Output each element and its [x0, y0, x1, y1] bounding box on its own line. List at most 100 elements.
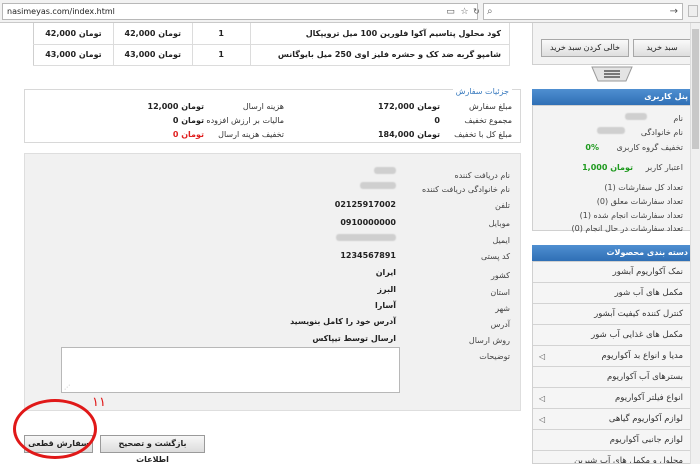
row-price: 42,000 تومان [113, 23, 193, 45]
method-value: ارسال توسط تیپاکس [312, 334, 396, 343]
category-item[interactable]: ◁ انواع فیلتر آکواریوم [533, 388, 695, 409]
category-item[interactable]: لوازم جانبی آکواریوم [533, 430, 695, 451]
vat-value: 0 تومان [172, 116, 204, 125]
category-label: مکمل های غذایی آب شور [591, 330, 683, 340]
row-price: 43,000 تومان [113, 44, 193, 66]
row-quantity: 1 [192, 44, 251, 66]
browser-toolbar: nasimeyas.com/index.html ▭ ☆ ↻ ⌕ → [0, 0, 700, 23]
country-label: کشور [491, 271, 510, 280]
city-label: شهر [495, 304, 510, 313]
order-details-legend: جزئیات سفارش [452, 87, 512, 96]
annotation-circle [13, 399, 97, 459]
category-item[interactable]: مکمل های آب شور [533, 283, 695, 304]
inprogress-orders-label: تعداد سفارشات در حال انجام (0) [571, 224, 683, 233]
notes-textarea[interactable]: ⋰ [61, 347, 400, 393]
email-label: ایمیل [492, 236, 510, 245]
province-value: البرز [377, 285, 396, 294]
order-details-box: جزئیات سفارش مبلغ سفارش 172,000 تومان مج… [24, 87, 521, 143]
city-value: آسارا [375, 301, 396, 310]
mobile-label: موبایل [488, 219, 510, 228]
page-content: 42,000 تومان 42,000 تومان 1 کود محلول پت… [0, 23, 700, 464]
toolbar-overflow-icon[interactable] [688, 5, 698, 17]
method-label: روش ارسال [468, 336, 510, 345]
shipping-discount-label: تخفیف هزینه ارسال [218, 130, 284, 139]
categories-list: نمک آکواریوم آبشور مکمل های آب شور کنترل… [532, 261, 696, 464]
category-label: محلول و مکمل های آب شیرین [574, 456, 683, 464]
submenu-arrow-icon: ◁ [539, 394, 546, 403]
search-bar[interactable]: ⌕ → [483, 3, 683, 20]
reload-icon[interactable]: ↻ [471, 7, 482, 17]
category-item[interactable]: ◁ لوازم آکواریوم گیاهی [533, 409, 695, 430]
category-item[interactable]: کنترل کننده کیفیت آبشور [533, 304, 695, 325]
pending-orders-label: تعداد سفارشات معلق (0) [596, 197, 683, 206]
country-value: ایران [375, 268, 396, 277]
user-name-label: نام [673, 114, 683, 123]
shipping-label: هزینه ارسال [242, 102, 284, 111]
row-product-name: شامپو گربه ضد کک و حشره فلیز اوی 250 میل… [250, 44, 511, 66]
discount-total-value: 0 [434, 116, 440, 125]
category-label: لوازم جانبی آکواریوم [609, 435, 683, 445]
category-label: لوازم آکواریوم گیاهی [608, 414, 683, 424]
resize-grip-icon[interactable]: ⋰ [64, 384, 70, 391]
address-label: آدرس [490, 320, 510, 329]
credit-value: 1,000 تومان [582, 163, 633, 172]
cart-products-table: 42,000 تومان 42,000 تومان 1 کود محلول پت… [33, 23, 511, 66]
postal-label: کد پستی [481, 252, 510, 261]
back-edit-button[interactable]: بازگشت و تصحیح اطلاعات [100, 435, 205, 464]
submenu-arrow-icon: ◁ [539, 415, 546, 424]
page-scrollbar[interactable] [690, 23, 700, 464]
credit-label: اعتبار کاربر [645, 163, 683, 172]
last-name-label: نام خانوادگی دریافت کننده [421, 185, 510, 194]
category-label: انواع فیلتر آکواریوم [615, 393, 683, 403]
reader-icon[interactable]: ▭ [445, 7, 456, 17]
postal-value: 1234567891 [340, 251, 396, 260]
table-row: 43,000 تومان 43,000 تومان 1 شامپو گربه ض… [33, 44, 511, 66]
user-name-value [625, 113, 647, 122]
group-discount-value: 0% [585, 143, 599, 152]
user-panel: نام نام خانوادگی تخفیف گروه کاربری 0% اع… [532, 105, 696, 233]
row-product-name: کود محلول پتاسیم آکوا فلورین 100 میل ترو… [250, 23, 511, 45]
scrollbar-thumb[interactable] [692, 29, 699, 149]
category-item[interactable]: مکمل های غذایی آب شور [533, 325, 695, 346]
category-item[interactable]: نمک آکواریوم آبشور [533, 262, 695, 283]
category-label: نمک آکواریوم آبشور [612, 267, 683, 277]
shipping-value: 12,000 تومان [147, 102, 204, 111]
address-url[interactable]: nasimeyas.com/index.html [7, 7, 115, 16]
recipient-info-box: نام دریافت کننده نام خانوادگی دریافت کنن… [24, 153, 521, 411]
discount-total-label: مجموع تخفیف [464, 116, 512, 125]
phone-label: تلفن [494, 201, 510, 210]
province-label: استان [490, 288, 510, 297]
done-orders-label: تعداد سفارشات انجام شده (1) [579, 211, 683, 220]
table-row: 42,000 تومان 42,000 تومان 1 کود محلول پت… [33, 23, 511, 45]
category-label: مدیا و انواع بد آکواریوم [601, 351, 683, 361]
last-name-value [360, 182, 396, 191]
category-label: کنترل کننده کیفیت آبشور [594, 309, 683, 319]
user-family-label: نام خانوادگی [640, 128, 683, 137]
grand-total-value: 184,000 تومان [377, 130, 440, 139]
user-family-value [597, 127, 625, 136]
order-amount-label: مبلغ سفارش [469, 102, 512, 111]
search-go-icon[interactable]: → [670, 6, 678, 17]
bookmark-icon[interactable]: ☆ [459, 7, 470, 17]
category-label: مکمل های آب شور [614, 288, 683, 298]
row-total: 42,000 تومان [33, 23, 114, 45]
annotation-mark: ۱۱ [92, 395, 106, 410]
category-label: بسترهای آب آکواریوم [607, 372, 683, 382]
user-panel-title: پنل کاربری [532, 89, 696, 105]
empty-cart-button[interactable]: خالی کردن سبد خرید [541, 39, 629, 57]
submenu-arrow-icon: ◁ [539, 352, 546, 361]
buy-cart-button[interactable]: سبد خرید [633, 39, 691, 57]
row-quantity: 1 [192, 23, 251, 45]
group-discount-label: تخفیف گروه کاربری [616, 143, 683, 152]
category-item[interactable]: بسترهای آب آکواریوم [533, 367, 695, 388]
cart-collapse-icon[interactable] [590, 65, 634, 85]
email-value [336, 234, 396, 243]
vat-label: مالیات بر ارزش افزوده [206, 116, 284, 125]
first-name-value [374, 167, 396, 176]
category-item[interactable]: ◁ مدیا و انواع بد آکواریوم [533, 346, 695, 367]
order-amount-value: 172,000 تومان [377, 102, 440, 111]
first-name-label: نام دریافت کننده [454, 171, 511, 180]
address-bar[interactable]: nasimeyas.com/index.html ▭ ☆ ↻ [2, 3, 480, 20]
category-item[interactable]: محلول و مکمل های آب شیرین [533, 451, 695, 464]
address-value: آدرس خود را کامل بنویسید [290, 317, 396, 326]
